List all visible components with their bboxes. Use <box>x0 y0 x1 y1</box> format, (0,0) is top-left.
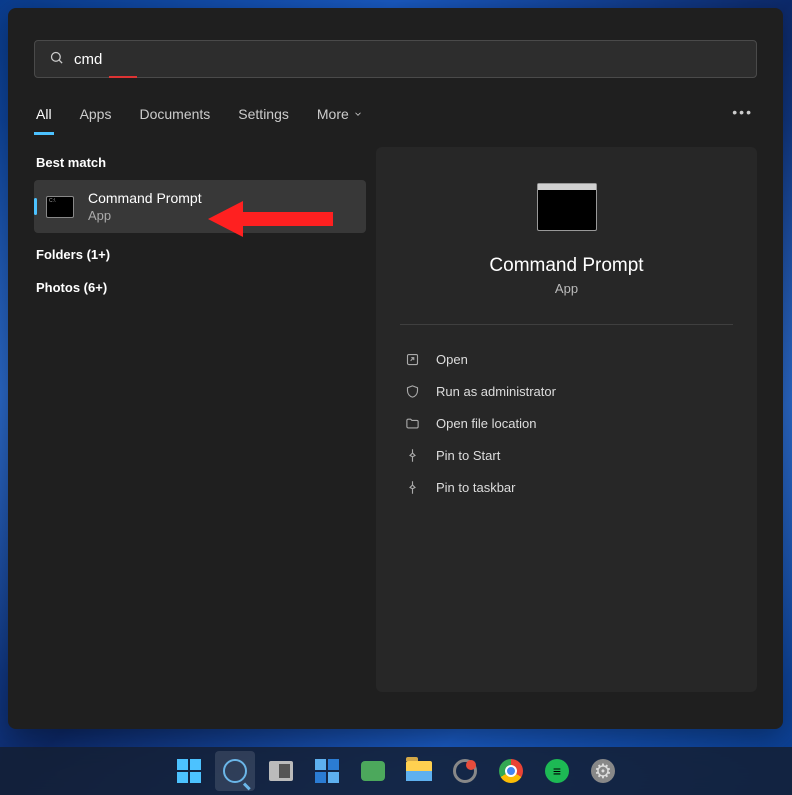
taskbar-search[interactable] <box>215 751 255 791</box>
preview-title: Command Prompt <box>489 255 643 277</box>
widgets-icon <box>315 759 339 783</box>
result-title: Command Prompt <box>88 190 202 206</box>
group-photos[interactable]: Photos (6+) <box>34 266 366 299</box>
overflow-menu-icon[interactable]: ••• <box>732 104 753 120</box>
spotify-icon <box>545 759 569 783</box>
divider <box>400 324 733 325</box>
pin-icon <box>404 479 420 495</box>
command-prompt-icon <box>46 196 74 218</box>
taskview-icon <box>269 761 293 781</box>
action-label: Open <box>436 352 468 367</box>
action-label: Pin to taskbar <box>436 480 516 495</box>
action-label: Pin to Start <box>436 448 500 463</box>
folder-icon <box>406 761 432 781</box>
pin-icon <box>404 447 420 463</box>
chrome-icon <box>499 759 523 783</box>
tab-settings[interactable]: Settings <box>236 96 291 135</box>
result-subtitle: App <box>88 208 202 223</box>
group-folders[interactable]: Folders (1+) <box>34 233 366 266</box>
taskbar-app[interactable] <box>445 751 485 791</box>
best-match-label: Best match <box>34 147 366 180</box>
action-label: Open file location <box>436 416 536 431</box>
action-run-admin[interactable]: Run as administrator <box>400 375 733 407</box>
gear-icon <box>591 759 615 783</box>
preview-pane: Command Prompt App Open Run as administr… <box>376 147 757 692</box>
folder-icon <box>404 415 420 431</box>
action-label: Run as administrator <box>436 384 556 399</box>
preview-subtitle: App <box>555 281 578 296</box>
taskbar-explorer[interactable] <box>399 751 439 791</box>
taskbar-chrome[interactable] <box>491 751 531 791</box>
search-highlight-underline <box>109 76 137 78</box>
tab-all[interactable]: All <box>34 96 54 135</box>
action-pin-taskbar[interactable]: Pin to taskbar <box>400 471 733 503</box>
app-icon <box>453 759 477 783</box>
windows-logo-icon <box>177 759 201 783</box>
taskbar-start[interactable] <box>169 751 209 791</box>
search-icon <box>49 50 64 68</box>
taskbar-chat[interactable] <box>353 751 393 791</box>
search-input[interactable] <box>74 51 742 68</box>
taskbar-widgets[interactable] <box>307 751 347 791</box>
action-open[interactable]: Open <box>400 343 733 375</box>
chevron-down-icon <box>353 109 363 119</box>
search-bar-container <box>8 8 783 84</box>
tab-more[interactable]: More <box>315 96 365 135</box>
result-command-prompt[interactable]: Command Prompt App <box>34 180 366 233</box>
result-text: Command Prompt App <box>88 190 202 223</box>
taskbar <box>0 747 792 795</box>
action-open-location[interactable]: Open file location <box>400 407 733 439</box>
preview-app-icon <box>537 183 597 231</box>
search-bar[interactable] <box>34 40 757 78</box>
tab-more-label: More <box>317 106 349 122</box>
action-pin-start[interactable]: Pin to Start <box>400 439 733 471</box>
results-list: Best match Command Prompt App Folders (1… <box>34 147 366 692</box>
open-icon <box>404 351 420 367</box>
filter-tabs: All Apps Documents Settings More ••• <box>8 84 783 135</box>
results-area: Best match Command Prompt App Folders (1… <box>8 135 783 716</box>
tab-documents[interactable]: Documents <box>137 96 212 135</box>
taskbar-taskview[interactable] <box>261 751 301 791</box>
search-icon <box>223 759 247 783</box>
taskbar-spotify[interactable] <box>537 751 577 791</box>
chat-icon <box>361 761 385 781</box>
search-panel: All Apps Documents Settings More ••• Bes… <box>8 8 783 729</box>
tab-apps[interactable]: Apps <box>78 96 114 135</box>
taskbar-settings[interactable] <box>583 751 623 791</box>
shield-icon <box>404 383 420 399</box>
